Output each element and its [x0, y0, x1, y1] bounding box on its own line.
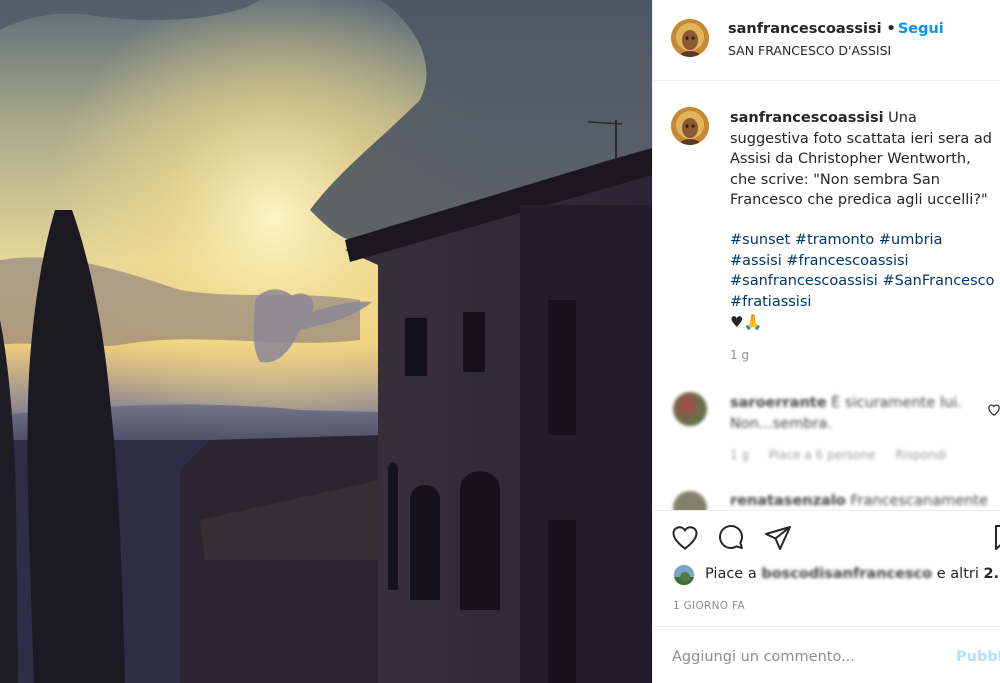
- comment-like-heart-icon[interactable]: [987, 402, 1000, 416]
- username-link[interactable]: sanfrancescoassisi: [728, 21, 882, 37]
- post-date[interactable]: 1 GIORNO FA: [673, 600, 745, 612]
- caption-emoji: ♥🙏: [730, 313, 762, 331]
- comment-reply-button[interactable]: Rispondi: [895, 448, 946, 462]
- heart-icon: [672, 526, 698, 550]
- post-header: sanfrancescoassisi • Segui SAN FRANCESCO D…: [653, 0, 1000, 81]
- caption-username[interactable]: sanfrancescoassisi: [730, 110, 884, 126]
- post-photo[interactable]: [0, 0, 652, 683]
- comment-composer: Aggiungi un commento... Pubblica: [653, 626, 1000, 683]
- likes-text: Piace a boscodisanfrancesco e altri 2.65…: [705, 566, 1000, 582]
- hashtag-list: #sunset #tramonto #umbria #assisi #franc…: [730, 230, 996, 312]
- post-actions: Piace a boscodisanfrancesco e altri 2.65…: [653, 510, 1000, 625]
- hashtag-link[interactable]: #sanfrancescoassisi: [730, 273, 878, 289]
- post-side-panel: sanfrancescoassisi • Segui SAN FRANCESCO D…: [652, 0, 1000, 683]
- liker-avatar[interactable]: [673, 564, 695, 586]
- liker-avatar-image: [674, 565, 694, 585]
- comment-icon: [719, 525, 743, 549]
- separator-dot: •: [886, 21, 896, 37]
- comment-username[interactable]: renatasenzalo: [730, 493, 846, 509]
- heart-outline-icon: [988, 404, 1000, 416]
- post-author: sanfrancescoassisi • Segui: [728, 21, 944, 37]
- comment-avatar[interactable]: [673, 491, 707, 510]
- liker-username[interactable]: boscodisanfrancesco: [761, 566, 932, 582]
- comment-button[interactable]: [716, 523, 746, 553]
- caption-avatar-image: [671, 107, 709, 145]
- comment-username[interactable]: saroerrante: [730, 395, 827, 411]
- profile-avatar[interactable]: [671, 19, 709, 57]
- share-icon: [765, 526, 791, 550]
- caption-avatar[interactable]: [671, 107, 709, 145]
- share-button[interactable]: [763, 523, 793, 553]
- hashtag-link[interactable]: #SanFrancesco: [882, 273, 994, 289]
- caption-timestamp[interactable]: 1 g: [730, 348, 749, 362]
- praying-hands-emoji: 🙏: [743, 313, 763, 331]
- comment-meta: 1 g Piace a 6 persone Rispondi: [730, 448, 963, 462]
- likes-prefix: Piace a: [705, 566, 757, 582]
- post-caption: sanfrancescoassisi Una suggestiva foto s…: [730, 108, 992, 211]
- hashtag-link[interactable]: #fratiassisi: [730, 294, 811, 310]
- comment-avatar[interactable]: [673, 392, 707, 426]
- hashtag-link[interactable]: #sunset: [730, 232, 790, 248]
- comment-timestamp[interactable]: 1 g: [730, 448, 749, 462]
- comment: saroerrante È sicuramente lui. Non...sem…: [730, 393, 970, 434]
- hashtag-link[interactable]: #umbria: [879, 232, 943, 248]
- comment-input[interactable]: Aggiungi un commento...: [672, 649, 855, 665]
- likes-suffix: e altri: [936, 566, 979, 582]
- like-button[interactable]: [670, 523, 700, 553]
- comment-like-count[interactable]: Piace a 6 persone: [769, 448, 876, 462]
- heart-emoji: ♥: [730, 313, 744, 331]
- profile-avatar-image: [671, 19, 709, 57]
- location-link[interactable]: SAN FRANCESCO D'ASSISI: [728, 43, 891, 58]
- sunset-photo-image: [0, 0, 652, 683]
- bookmark-icon: [995, 525, 1000, 550]
- hashtag-link[interactable]: #assisi: [730, 253, 782, 269]
- publish-button[interactable]: Pubblica: [956, 649, 1000, 665]
- likes-count[interactable]: 2.653: [984, 566, 1000, 582]
- comment: renatasenzalo Francescanamente: [730, 493, 988, 509]
- hashtag-link[interactable]: #francescoassisi: [786, 253, 908, 269]
- comments-section[interactable]: sanfrancescoassisi Una suggestiva foto s…: [653, 82, 1000, 510]
- comment-text: Francescanamente: [850, 493, 988, 509]
- save-button[interactable]: [992, 523, 1000, 553]
- hashtag-link[interactable]: #tramonto: [795, 232, 874, 248]
- follow-button[interactable]: Segui: [898, 21, 944, 37]
